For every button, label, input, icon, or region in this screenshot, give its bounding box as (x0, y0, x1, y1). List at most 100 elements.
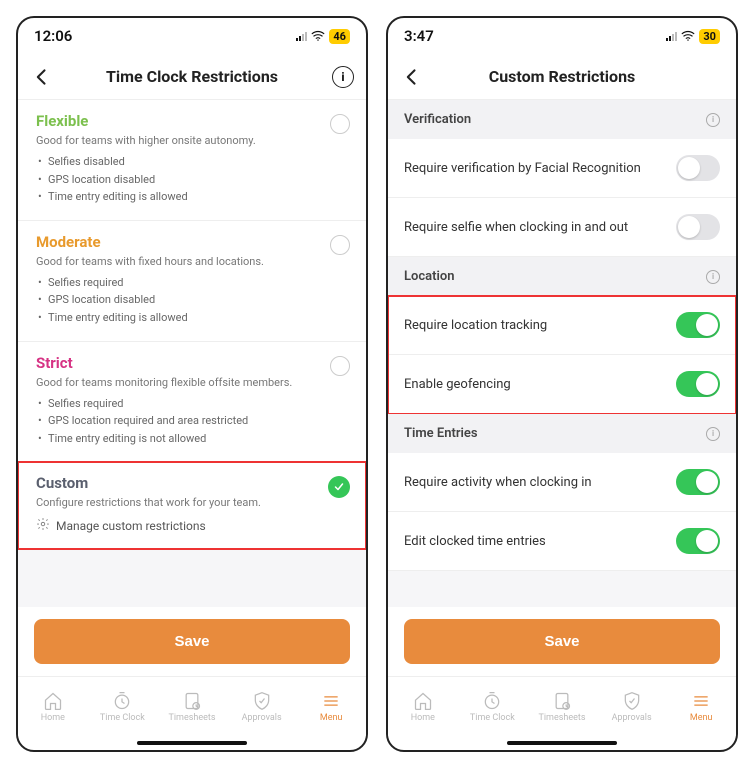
row-label: Edit clocked time entries (404, 534, 546, 549)
option-strict[interactable]: Strict Good for teams monitoring flexibl… (18, 342, 366, 463)
tab-label: Time Clock (470, 713, 515, 723)
tab-menu[interactable]: Menu (666, 677, 736, 736)
save-button[interactable]: Save (404, 619, 720, 664)
wifi-icon (311, 29, 325, 43)
toggle-selfie[interactable] (676, 214, 720, 240)
radio-unchecked[interactable] (330, 114, 350, 134)
option-bullets: Selfies required GPS location disabled T… (36, 274, 348, 327)
toggle-geofencing[interactable] (676, 371, 720, 397)
back-button[interactable] (400, 65, 424, 89)
toggle-edit-entries[interactable] (676, 528, 720, 554)
tab-label: Home (411, 713, 435, 723)
nav-header: Time Clock Restrictions i (18, 54, 366, 100)
row-label: Require location tracking (404, 318, 547, 333)
tab-label: Menu (320, 713, 343, 723)
check-icon (328, 476, 350, 498)
row-label: Enable geofencing (404, 377, 511, 392)
radio-unchecked[interactable] (330, 235, 350, 255)
phone-right: 3:47 30 Custom Restrictions Verification… (386, 16, 738, 752)
status-time: 3:47 (404, 27, 434, 45)
section-verification: Verification i (388, 100, 736, 139)
row-label: Require selfie when clocking in and out (404, 220, 628, 235)
row-label: Require verification by Facial Recogniti… (404, 161, 641, 176)
section-location: Location i (388, 257, 736, 296)
home-indicator (18, 736, 366, 750)
option-title: Strict (36, 354, 348, 372)
battery-badge: 46 (329, 29, 350, 44)
info-button[interactable]: i (332, 66, 354, 88)
option-desc: Good for teams monitoring flexible offsi… (36, 376, 348, 389)
location-highlight-group: Require location tracking Enable geofenc… (388, 296, 736, 414)
section-title: Verification (404, 112, 471, 127)
option-title: Flexible (36, 112, 348, 130)
signal-icon (666, 31, 677, 41)
bullet: Time entry editing is allowed (38, 188, 348, 206)
signal-icon (296, 31, 307, 41)
tab-label: Time Clock (100, 713, 145, 723)
tab-approvals[interactable]: Approvals (227, 677, 297, 736)
toggle-facial[interactable] (676, 155, 720, 181)
bullet: GPS location required and area restricte… (38, 412, 348, 430)
option-desc: Good for teams with higher onsite autono… (36, 134, 348, 147)
battery-badge: 30 (699, 29, 720, 44)
bullet: GPS location disabled (38, 171, 348, 189)
radio-unchecked[interactable] (330, 356, 350, 376)
option-desc: Configure restrictions that work for you… (36, 496, 348, 509)
option-title: Custom (36, 474, 348, 492)
status-indicators: 30 (666, 29, 720, 44)
row-edit-entries: Edit clocked time entries (388, 512, 736, 571)
tab-home[interactable]: Home (388, 677, 458, 736)
manage-custom-link[interactable]: Manage custom restrictions (36, 517, 348, 534)
bullet: Selfies required (38, 274, 348, 292)
row-geofencing: Enable geofencing (388, 355, 736, 414)
option-custom[interactable]: Custom Configure restrictions that work … (18, 462, 366, 549)
option-flexible[interactable]: Flexible Good for teams with higher onsi… (18, 100, 366, 221)
gear-icon (36, 517, 50, 534)
option-bullets: Selfies disabled GPS location disabled T… (36, 153, 348, 206)
tab-home[interactable]: Home (18, 677, 88, 736)
page-title: Time Clock Restrictions (106, 67, 278, 86)
section-info-icon[interactable]: i (706, 113, 720, 127)
status-bar: 3:47 30 (388, 18, 736, 54)
row-selfie: Require selfie when clocking in and out (388, 198, 736, 257)
tab-label: Timesheets (169, 713, 216, 723)
save-bar: Save (18, 607, 366, 676)
option-title: Moderate (36, 233, 348, 251)
tab-label: Menu (690, 713, 713, 723)
tab-timesheets[interactable]: Timesheets (527, 677, 597, 736)
tab-timeclock[interactable]: Time Clock (88, 677, 158, 736)
tab-bar: Home Time Clock Timesheets Approvals Men… (18, 676, 366, 736)
manage-label: Manage custom restrictions (56, 519, 206, 533)
section-info-icon[interactable]: i (706, 427, 720, 441)
row-activity: Require activity when clocking in (388, 453, 736, 512)
save-button[interactable]: Save (34, 619, 350, 664)
phone-left: 12:06 46 Time Clock Restrictions i Flexi… (16, 16, 368, 752)
tab-label: Approvals (242, 713, 282, 723)
tab-menu[interactable]: Menu (296, 677, 366, 736)
tab-approvals[interactable]: Approvals (597, 677, 667, 736)
section-title: Location (404, 269, 455, 284)
back-button[interactable] (30, 65, 54, 89)
status-time: 12:06 (34, 27, 72, 45)
tab-timesheets[interactable]: Timesheets (157, 677, 227, 736)
row-location-tracking: Require location tracking (388, 296, 736, 355)
option-bullets: Selfies required GPS location required a… (36, 395, 348, 448)
section-title: Time Entries (404, 426, 478, 441)
wifi-icon (681, 29, 695, 43)
section-info-icon[interactable]: i (706, 270, 720, 284)
tab-label: Timesheets (539, 713, 586, 723)
bullet: GPS location disabled (38, 291, 348, 309)
bullet: Selfies required (38, 395, 348, 413)
bullet: Time entry editing is allowed (38, 309, 348, 327)
toggle-location-tracking[interactable] (676, 312, 720, 338)
section-time-entries: Time Entries i (388, 414, 736, 453)
nav-header: Custom Restrictions (388, 54, 736, 100)
option-desc: Good for teams with fixed hours and loca… (36, 255, 348, 268)
bullet: Time entry editing is not allowed (38, 430, 348, 448)
tab-label: Approvals (612, 713, 652, 723)
status-bar: 12:06 46 (18, 18, 366, 54)
page-title: Custom Restrictions (489, 67, 636, 86)
tab-timeclock[interactable]: Time Clock (458, 677, 528, 736)
toggle-activity[interactable] (676, 469, 720, 495)
option-moderate[interactable]: Moderate Good for teams with fixed hours… (18, 221, 366, 342)
